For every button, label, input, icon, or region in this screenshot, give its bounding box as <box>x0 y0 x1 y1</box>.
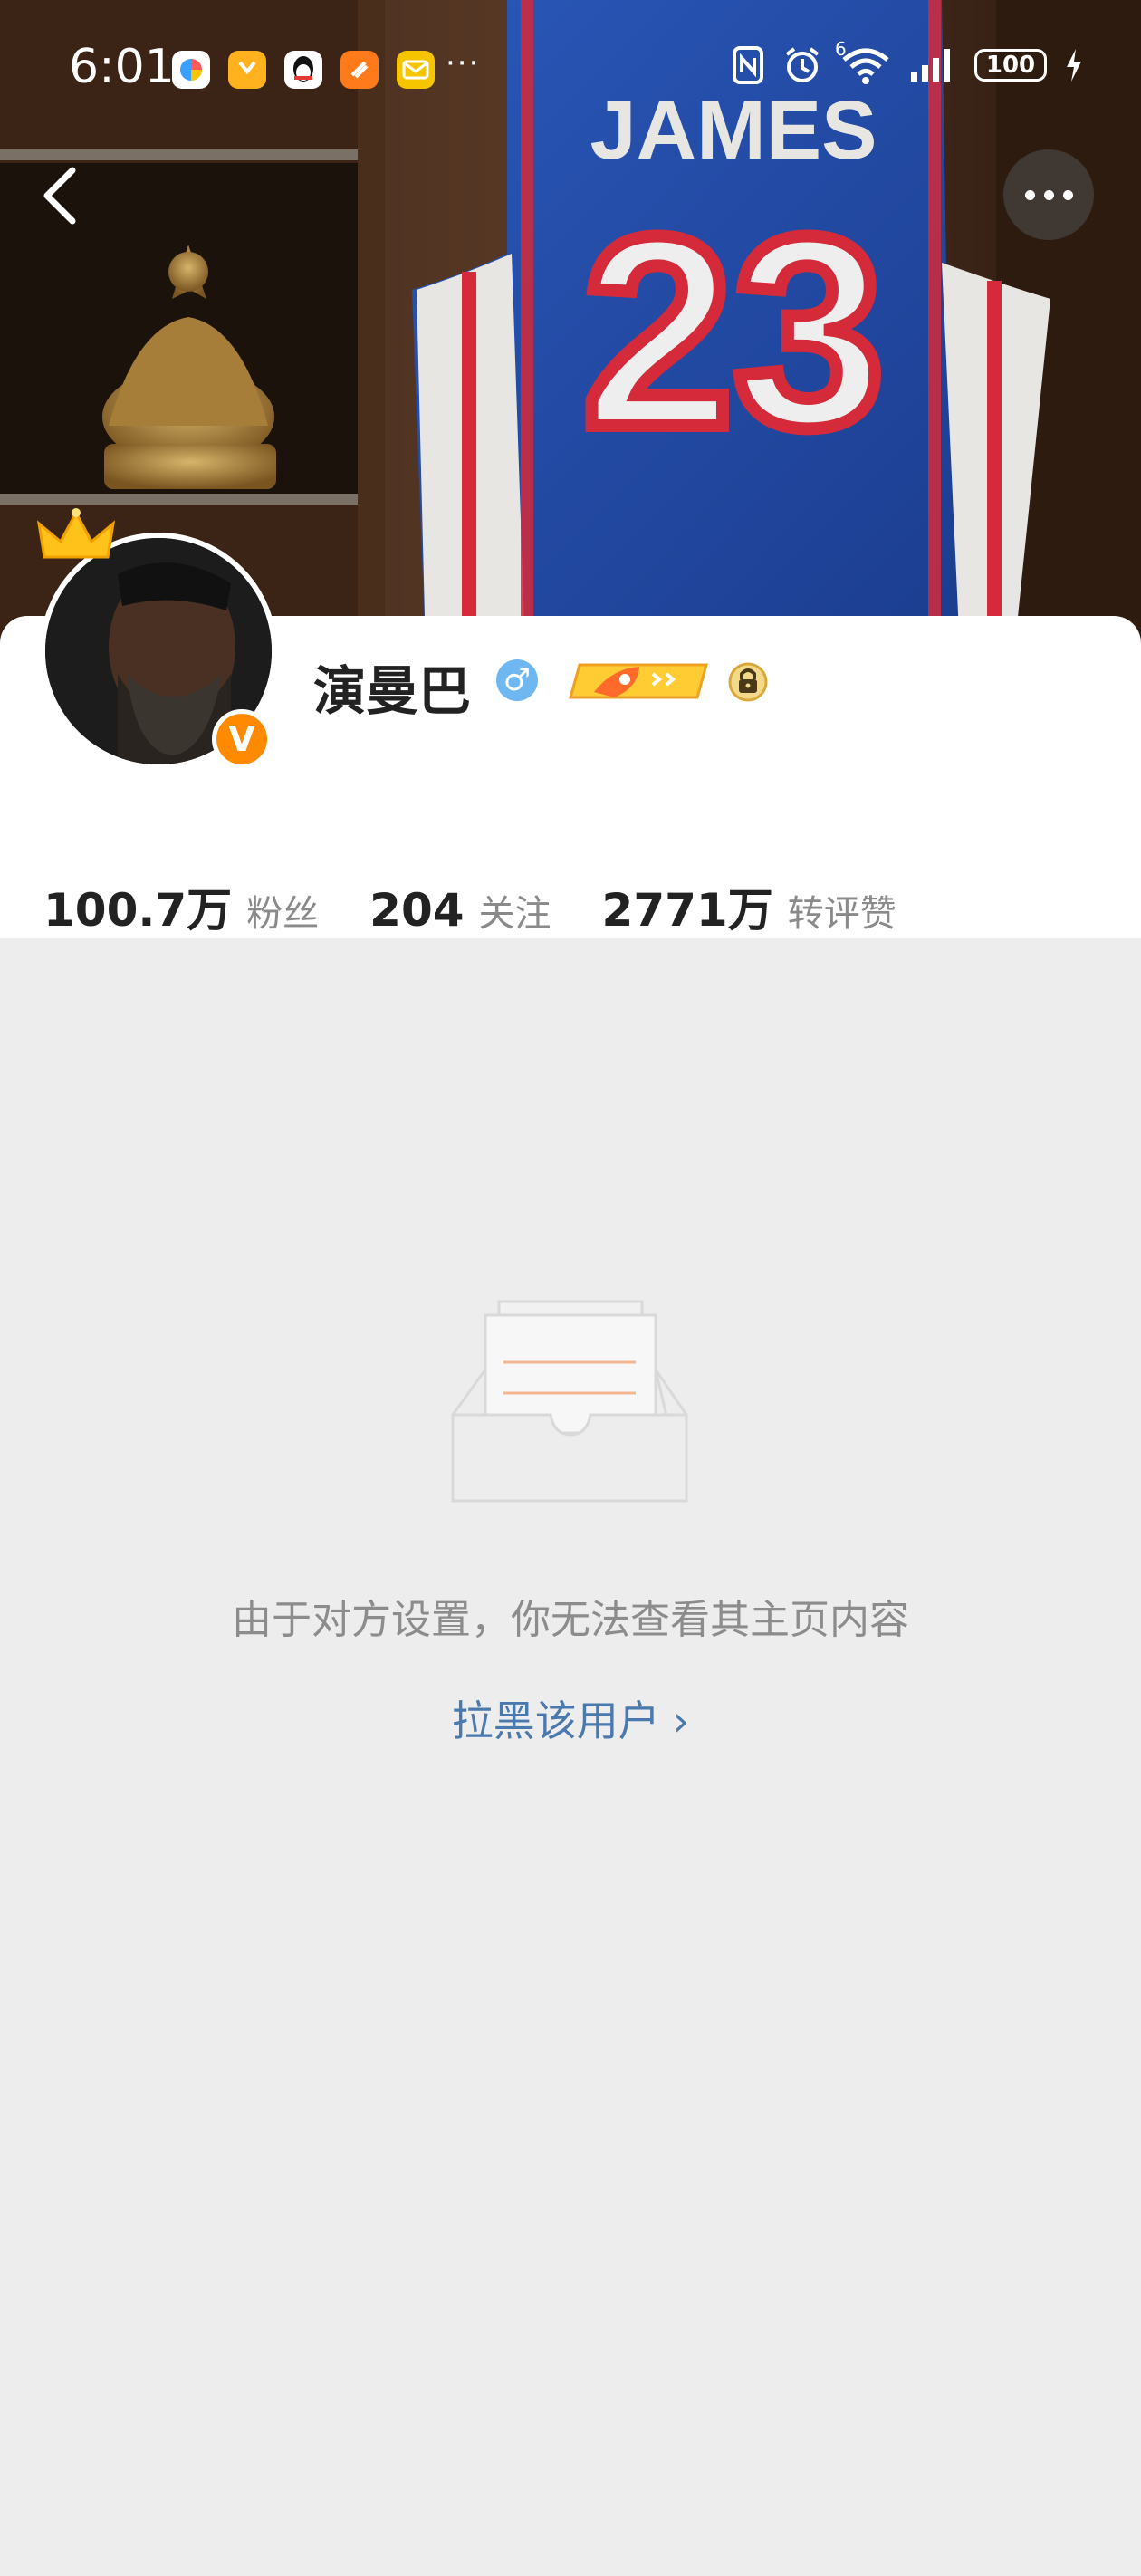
alarm-icon <box>785 47 820 82</box>
stat-label: 关注 <box>478 893 551 935</box>
nfc-icon <box>733 46 763 84</box>
crown-icon <box>36 508 116 559</box>
lock-badge-icon[interactable] <box>725 658 771 703</box>
stat-following[interactable]: 204 关注 <box>369 884 551 937</box>
stat-label: 粉丝 <box>246 893 320 935</box>
dot-icon <box>1062 189 1073 200</box>
stat-followers[interactable]: 100.7万 粉丝 <box>43 874 319 939</box>
battery-indicator: 100 <box>974 49 1047 82</box>
block-user-label: 拉黑该用户 <box>451 1697 660 1745</box>
wifi-icon: 6 <box>835 38 891 85</box>
stat-label: 转评赞 <box>787 893 896 935</box>
status-bar: 6:01 ··· 6 100 <box>0 0 1141 145</box>
username: 演曼巴 <box>313 660 472 722</box>
empty-state-message: 由于对方设置，你无法查看其主页内容 <box>232 1597 909 1643</box>
shop-app-icon <box>228 51 266 89</box>
gender-male-icon: ♂ <box>496 659 538 701</box>
mail-icon <box>397 51 435 89</box>
signal-icon <box>911 49 950 82</box>
chevron-left-icon <box>43 167 76 225</box>
block-user-link[interactable]: 拉黑该用户 › <box>0 1688 1141 1748</box>
dot-icon <box>1043 189 1054 200</box>
svg-text:23: 23 <box>582 179 885 484</box>
verified-badge: V <box>212 709 272 769</box>
profile-stats: 100.7万 粉丝 204 关注 2771万 转评赞 <box>43 874 947 939</box>
pencil-app-icon <box>340 51 379 89</box>
rocket-level-badge[interactable] <box>567 661 710 701</box>
more-menu-button[interactable] <box>1003 149 1094 240</box>
system-status-icons: 6 100 <box>732 38 1083 85</box>
charging-icon <box>1067 49 1081 82</box>
empty-inbox-icon <box>451 1300 688 1503</box>
stat-value: 204 <box>369 884 465 937</box>
avatar-container[interactable]: V <box>36 508 277 770</box>
status-time: 6:01 <box>69 40 175 94</box>
qq-icon <box>284 51 322 89</box>
stat-value: 100.7万 <box>43 884 233 937</box>
stat-interactions[interactable]: 2771万 转评赞 <box>602 874 896 939</box>
dot-icon <box>1024 189 1035 200</box>
chevron-right-icon: › <box>672 1697 690 1745</box>
app-notification-icon <box>172 51 210 89</box>
back-button[interactable] <box>33 159 96 232</box>
stat-value: 2771万 <box>601 884 773 937</box>
notification-icons <box>172 51 435 89</box>
more-notifications-icon: ··· <box>446 45 481 82</box>
